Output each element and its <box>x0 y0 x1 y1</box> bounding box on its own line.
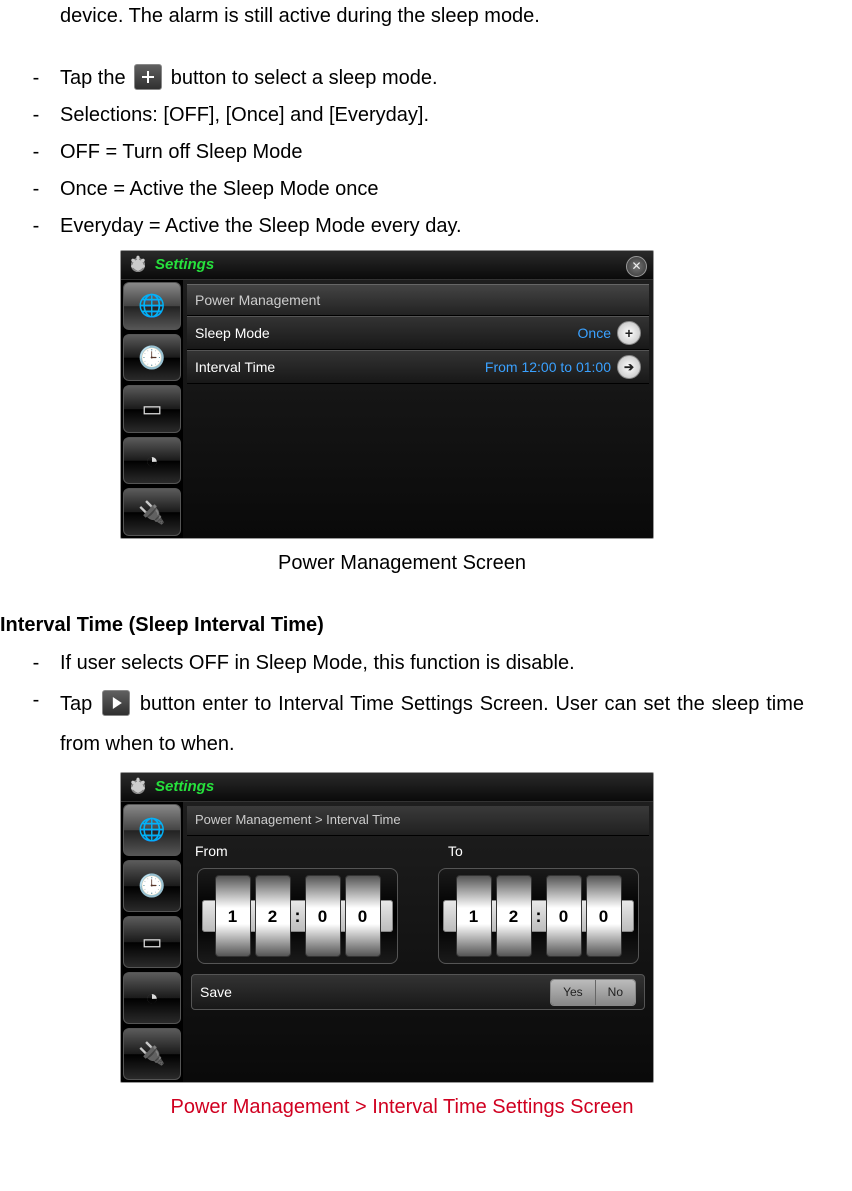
time-colon: : <box>295 902 301 931</box>
tab-display-icon[interactable]: ▭ <box>123 385 181 433</box>
hour-tens-wheel[interactable]: 1 <box>215 875 251 957</box>
gear-icon <box>129 778 147 796</box>
hour-tens-wheel[interactable]: 1 <box>456 875 492 957</box>
bullet-text: Everyday = Active the Sleep Mode every d… <box>60 210 804 242</box>
screenshot-content: Power Management Sleep Mode Once + Inter… <box>183 280 653 538</box>
plus-icon[interactable]: + <box>617 321 641 345</box>
tab-power-icon[interactable]: 🔌 <box>123 488 181 536</box>
bullet-dash: - <box>30 62 42 94</box>
row-sleep-mode[interactable]: Sleep Mode Once + <box>187 316 649 350</box>
tab-display-icon[interactable]: ▭ <box>123 916 181 968</box>
section-title-interval: Interval Time (Sleep Interval Time) <box>0 609 804 641</box>
intro-fragment: device. The alarm is still active during… <box>0 0 804 32</box>
tab-chart-icon[interactable]: ◔ <box>123 437 181 485</box>
arrow-right-icon <box>102 690 130 716</box>
min-tens-wheel[interactable]: 0 <box>305 875 341 957</box>
gear-icon <box>129 256 147 274</box>
close-icon[interactable]: ✕ <box>626 256 647 277</box>
breadcrumb: Power Management > Interval Time <box>187 806 649 836</box>
tab-clock-icon[interactable]: 🕒 <box>123 860 181 912</box>
screenshot-title: Settings <box>155 775 214 799</box>
row-value: From 12:00 to 01:00 <box>485 356 611 378</box>
tab-chart-icon[interactable]: ◔ <box>123 972 181 1024</box>
yes-button[interactable]: Yes <box>551 980 595 1005</box>
min-tens-wheel[interactable]: 0 <box>546 875 582 957</box>
bullet-dash: - <box>30 173 42 205</box>
row-label: Interval Time <box>195 356 485 378</box>
screenshot2-caption: Power Management > Interval Time Setting… <box>0 1091 804 1123</box>
from-time-picker[interactable]: 1 2 : 0 0 <box>197 868 398 964</box>
tab-power-icon[interactable]: 🔌 <box>123 1028 181 1080</box>
min-ones-wheel[interactable]: 0 <box>345 875 381 957</box>
section-label: Power Management <box>187 284 649 316</box>
bullet-dash: - <box>30 647 42 679</box>
bullet-dash: - <box>30 684 42 716</box>
bullet-list-1: - Tap the button to select a sleep mode.… <box>0 62 804 242</box>
hour-ones-wheel[interactable]: 2 <box>496 875 532 957</box>
bullet-dash: - <box>30 210 42 242</box>
interval-time-screenshot: Settings 🌐 🕒 ▭ ◔ 🔌 Power Management > In… <box>120 772 654 1083</box>
tab-network-icon[interactable]: 🌐 <box>123 282 181 330</box>
save-label: Save <box>200 981 550 1003</box>
bullet-text: Once = Active the Sleep Mode once <box>60 173 804 205</box>
save-row: Save Yes No <box>191 974 645 1010</box>
bullet-text: OFF = Turn off Sleep Mode <box>60 136 804 168</box>
no-button[interactable]: No <box>595 980 635 1005</box>
bullet-pre: Tap <box>60 693 99 715</box>
hour-ones-wheel[interactable]: 2 <box>255 875 291 957</box>
bullet-list-2: -If user selects OFF in Sleep Mode, this… <box>0 647 804 764</box>
bullet-dash: - <box>30 136 42 168</box>
plus-icon <box>134 64 162 90</box>
time-spinners: 1 2 : 0 0 1 2 : 0 0 <box>187 862 649 974</box>
tab-column: 🌐 🕒 ▭ ◔ 🔌 <box>121 280 183 538</box>
row-label: Sleep Mode <box>195 322 578 344</box>
to-time-picker[interactable]: 1 2 : 0 0 <box>438 868 639 964</box>
screenshot-header: Settings <box>121 773 653 802</box>
screenshot1-caption: Power Management Screen <box>0 547 804 579</box>
from-label: From <box>195 840 388 862</box>
bullet-text: If user selects OFF in Sleep Mode, this … <box>60 647 804 679</box>
bullet-text: Tap button enter to Interval Time Settin… <box>60 684 804 764</box>
yes-no-toggle[interactable]: Yes No <box>550 979 636 1006</box>
row-value: Once <box>578 322 611 344</box>
arrow-right-icon[interactable] <box>617 355 641 379</box>
tab-clock-icon[interactable]: 🕒 <box>123 334 181 382</box>
tab-column: 🌐 🕒 ▭ ◔ 🔌 <box>121 802 183 1082</box>
bullet-pre: Tap the <box>60 67 131 89</box>
from-to-labels: From To <box>187 836 649 862</box>
to-label: To <box>448 840 641 862</box>
bullet-post: button to select a sleep mode. <box>171 67 438 89</box>
bullet-post: button enter to Interval Time Settings S… <box>60 693 804 755</box>
power-management-screenshot: Settings ✕ 🌐 🕒 ▭ ◔ 🔌 Power Management Sl… <box>120 250 654 539</box>
bullet-text: Tap the button to select a sleep mode. <box>60 62 804 94</box>
min-ones-wheel[interactable]: 0 <box>586 875 622 957</box>
bullet-text: Selections: [OFF], [Once] and [Everyday]… <box>60 99 804 131</box>
screenshot-title: Settings <box>155 253 214 277</box>
bullet-dash: - <box>30 99 42 131</box>
tab-network-icon[interactable]: 🌐 <box>123 804 181 856</box>
time-colon: : <box>536 902 542 931</box>
row-interval-time[interactable]: Interval Time From 12:00 to 01:00 <box>187 350 649 384</box>
screenshot-header: Settings ✕ <box>121 251 653 280</box>
screenshot-content: Power Management > Interval Time From To… <box>183 802 653 1082</box>
